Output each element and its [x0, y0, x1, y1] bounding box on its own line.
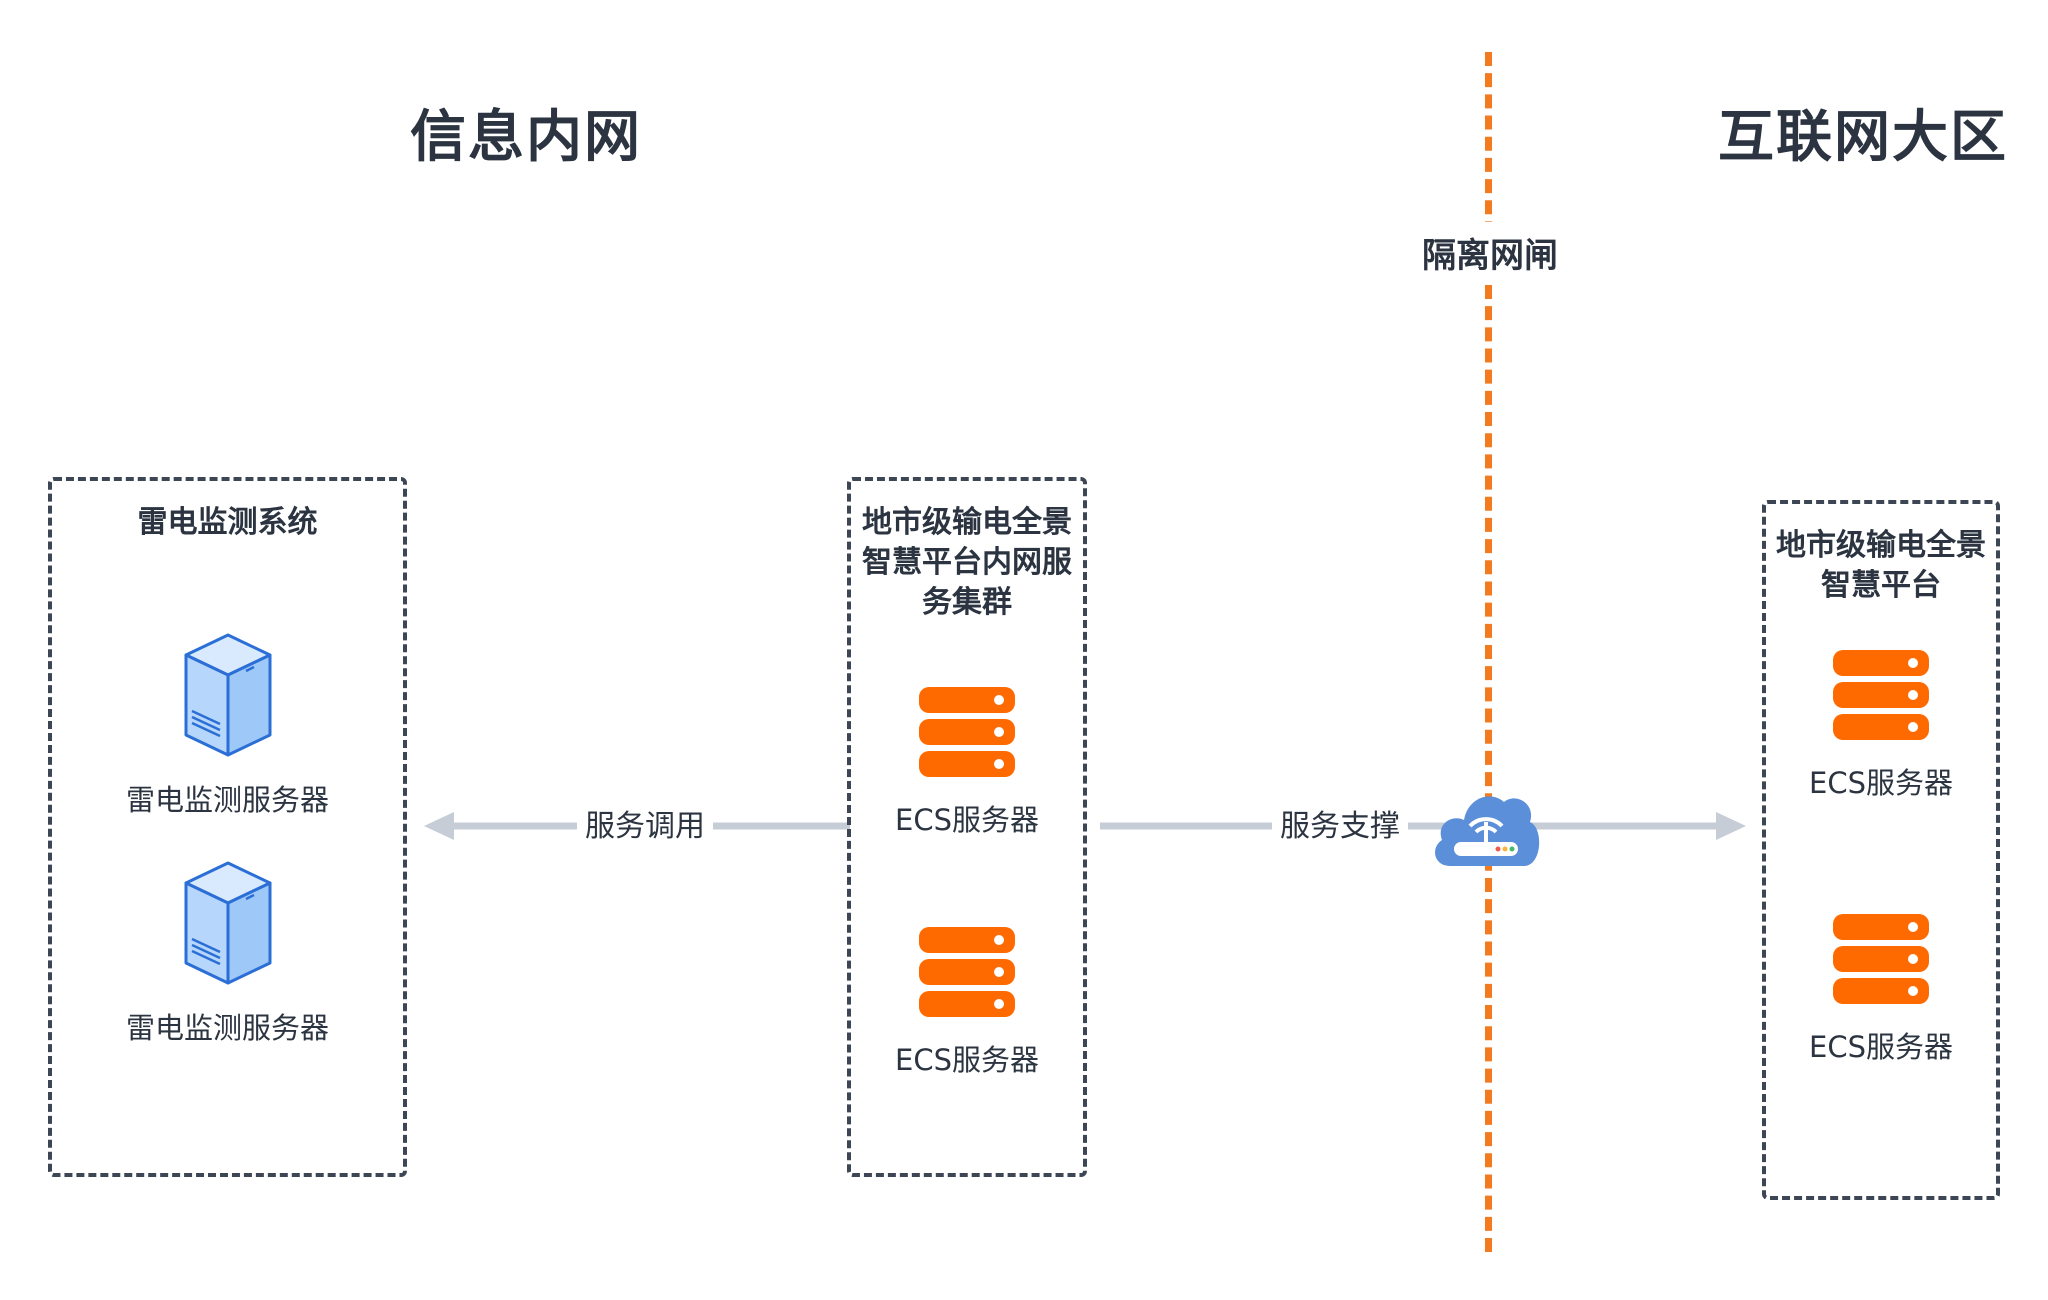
node-ecs-server: ECS服务器	[851, 685, 1083, 839]
group-title: 地市级输电全景智慧平台内网服务集群	[862, 505, 1072, 620]
node-label: ECS服务器	[895, 1043, 1039, 1077]
rack-server-icon	[1833, 914, 1929, 1004]
group-title: 雷电监测系统	[137, 505, 318, 540]
node-lightning-server: 雷电监测服务器	[52, 859, 403, 1047]
tower-server-icon	[184, 633, 271, 757]
group-intranet-service-cluster: 地市级输电全景智慧平台内网服务集群 ECS服务器 ECS服务器	[847, 477, 1087, 1177]
edge-service-support	[1100, 812, 1746, 840]
rack-server-icon	[919, 687, 1015, 777]
node-label: 雷电监测服务器	[125, 1011, 329, 1045]
node-lightning-server: 雷电监测服务器	[52, 631, 403, 819]
node-ecs-server: ECS服务器	[1766, 648, 1996, 802]
group-lightning-monitoring-system: 雷电监测系统 雷电监测服务器 雷电监测服务器	[48, 477, 407, 1177]
isolation-gateway-label: 隔离网闸	[1415, 222, 1565, 283]
zone-title-intranet: 信息内网	[410, 105, 642, 170]
tower-server-icon	[184, 861, 271, 985]
node-label: ECS服务器	[1809, 1030, 1953, 1064]
node-label: ECS服务器	[1809, 766, 1953, 800]
node-ecs-server: ECS服务器	[851, 925, 1083, 1079]
node-ecs-server: ECS服务器	[1766, 912, 1996, 1066]
zone-title-internet: 互联网大区	[1718, 105, 2008, 170]
node-label: ECS服务器	[895, 803, 1039, 837]
node-label: 雷电监测服务器	[125, 783, 329, 817]
edge-label-service-support: 服务支撑	[1272, 801, 1408, 845]
rack-server-icon	[1833, 650, 1929, 740]
group-internet-platform: 地市级输电全景智慧平台 ECS服务器 ECS服务器	[1762, 500, 2000, 1200]
gateway-router-icon	[1435, 796, 1540, 866]
rack-server-icon	[919, 927, 1015, 1017]
edge-label-service-call: 服务调用	[577, 801, 713, 845]
group-title: 地市级输电全景智慧平台	[1776, 528, 1986, 603]
